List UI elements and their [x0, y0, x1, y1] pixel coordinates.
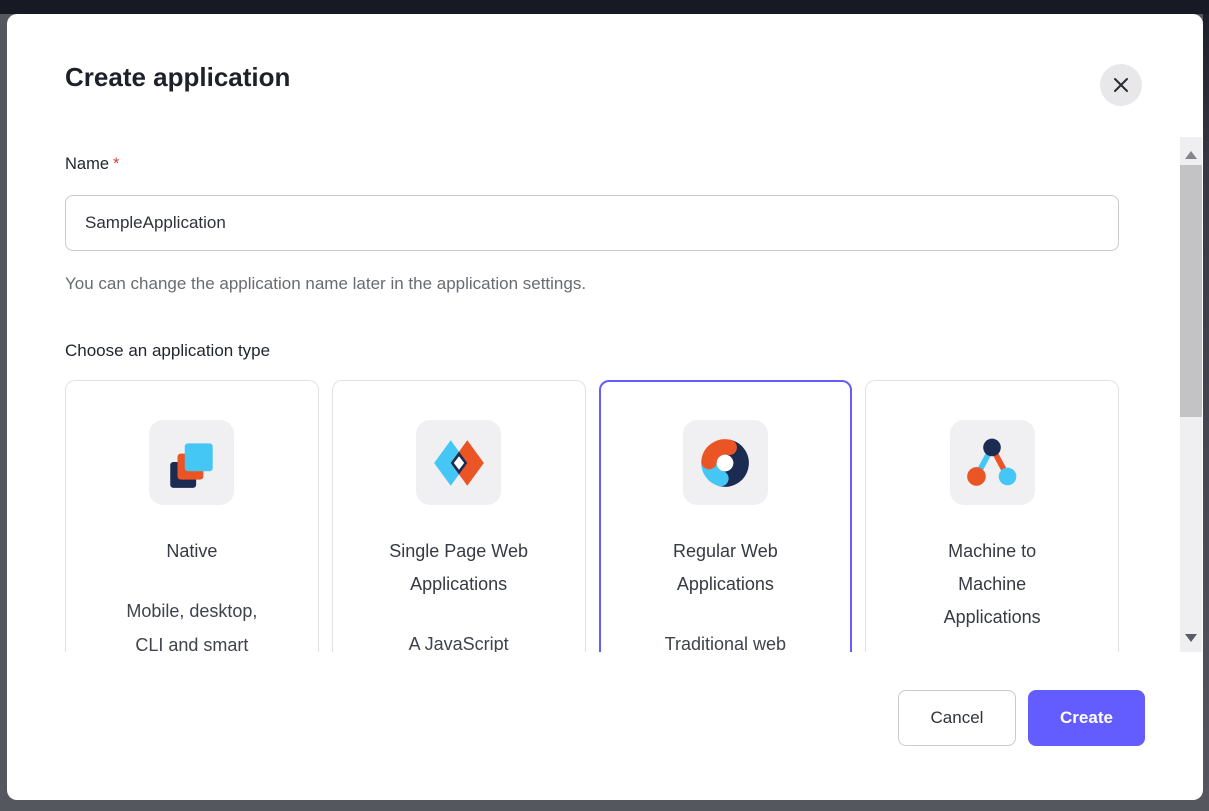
app-type-title: Native [166, 535, 217, 568]
app-type-title: Regular Web Applications [648, 535, 803, 601]
app-type-description: A JavaScript [409, 627, 509, 652]
app-type-card-machine-to-machine-applications[interactable]: Machine to Machine Applications [865, 380, 1119, 652]
modal-scroll-body: Name* You can change the application nam… [7, 137, 1203, 652]
app-type-title: Single Page Web Applications [381, 535, 536, 601]
app-type-card-regular-web-applications[interactable]: Regular Web Applications Traditional web [599, 380, 853, 652]
modal-title: Create application [65, 62, 290, 93]
close-button[interactable] [1100, 64, 1142, 106]
scrollbar-thumb[interactable] [1180, 165, 1202, 417]
required-marker: * [113, 155, 119, 173]
scrollbar-up-arrow-icon[interactable] [1185, 151, 1197, 159]
cancel-button[interactable]: Cancel [898, 690, 1016, 746]
app-type-description: Mobile, desktop, CLI and smart [112, 594, 272, 652]
application-type-section-label: Choose an application type [65, 341, 1119, 361]
background-overlay-edge [1203, 14, 1209, 811]
scrollbar-down-arrow-icon[interactable] [1185, 634, 1197, 642]
background-page-header [0, 0, 1209, 14]
m2m-nodes-icon [950, 420, 1035, 505]
create-application-modal: Create application Name* You can change … [7, 14, 1203, 800]
regular-web-ring-icon [683, 420, 768, 505]
close-icon [1113, 77, 1129, 93]
create-button[interactable]: Create [1028, 690, 1145, 746]
app-type-description: Traditional web [665, 627, 786, 652]
application-type-cards: Native Mobile, desktop, CLI and smart Sin… [65, 380, 1119, 652]
app-type-card-native[interactable]: Native Mobile, desktop, CLI and smart [65, 380, 319, 652]
native-stacked-squares-icon [149, 420, 234, 505]
app-type-title: Machine to Machine Applications [915, 535, 1070, 634]
modal-footer: Cancel Create [898, 690, 1145, 746]
app-type-card-single-page-web-applications[interactable]: Single Page Web Applications A JavaScript [332, 380, 586, 652]
spa-diamonds-icon [416, 420, 501, 505]
application-name-input[interactable] [65, 195, 1119, 251]
modal-scrollbar[interactable] [1180, 137, 1202, 652]
name-field-label: Name* [65, 155, 1119, 174]
name-helper-text: You can change the application name late… [65, 274, 1119, 294]
